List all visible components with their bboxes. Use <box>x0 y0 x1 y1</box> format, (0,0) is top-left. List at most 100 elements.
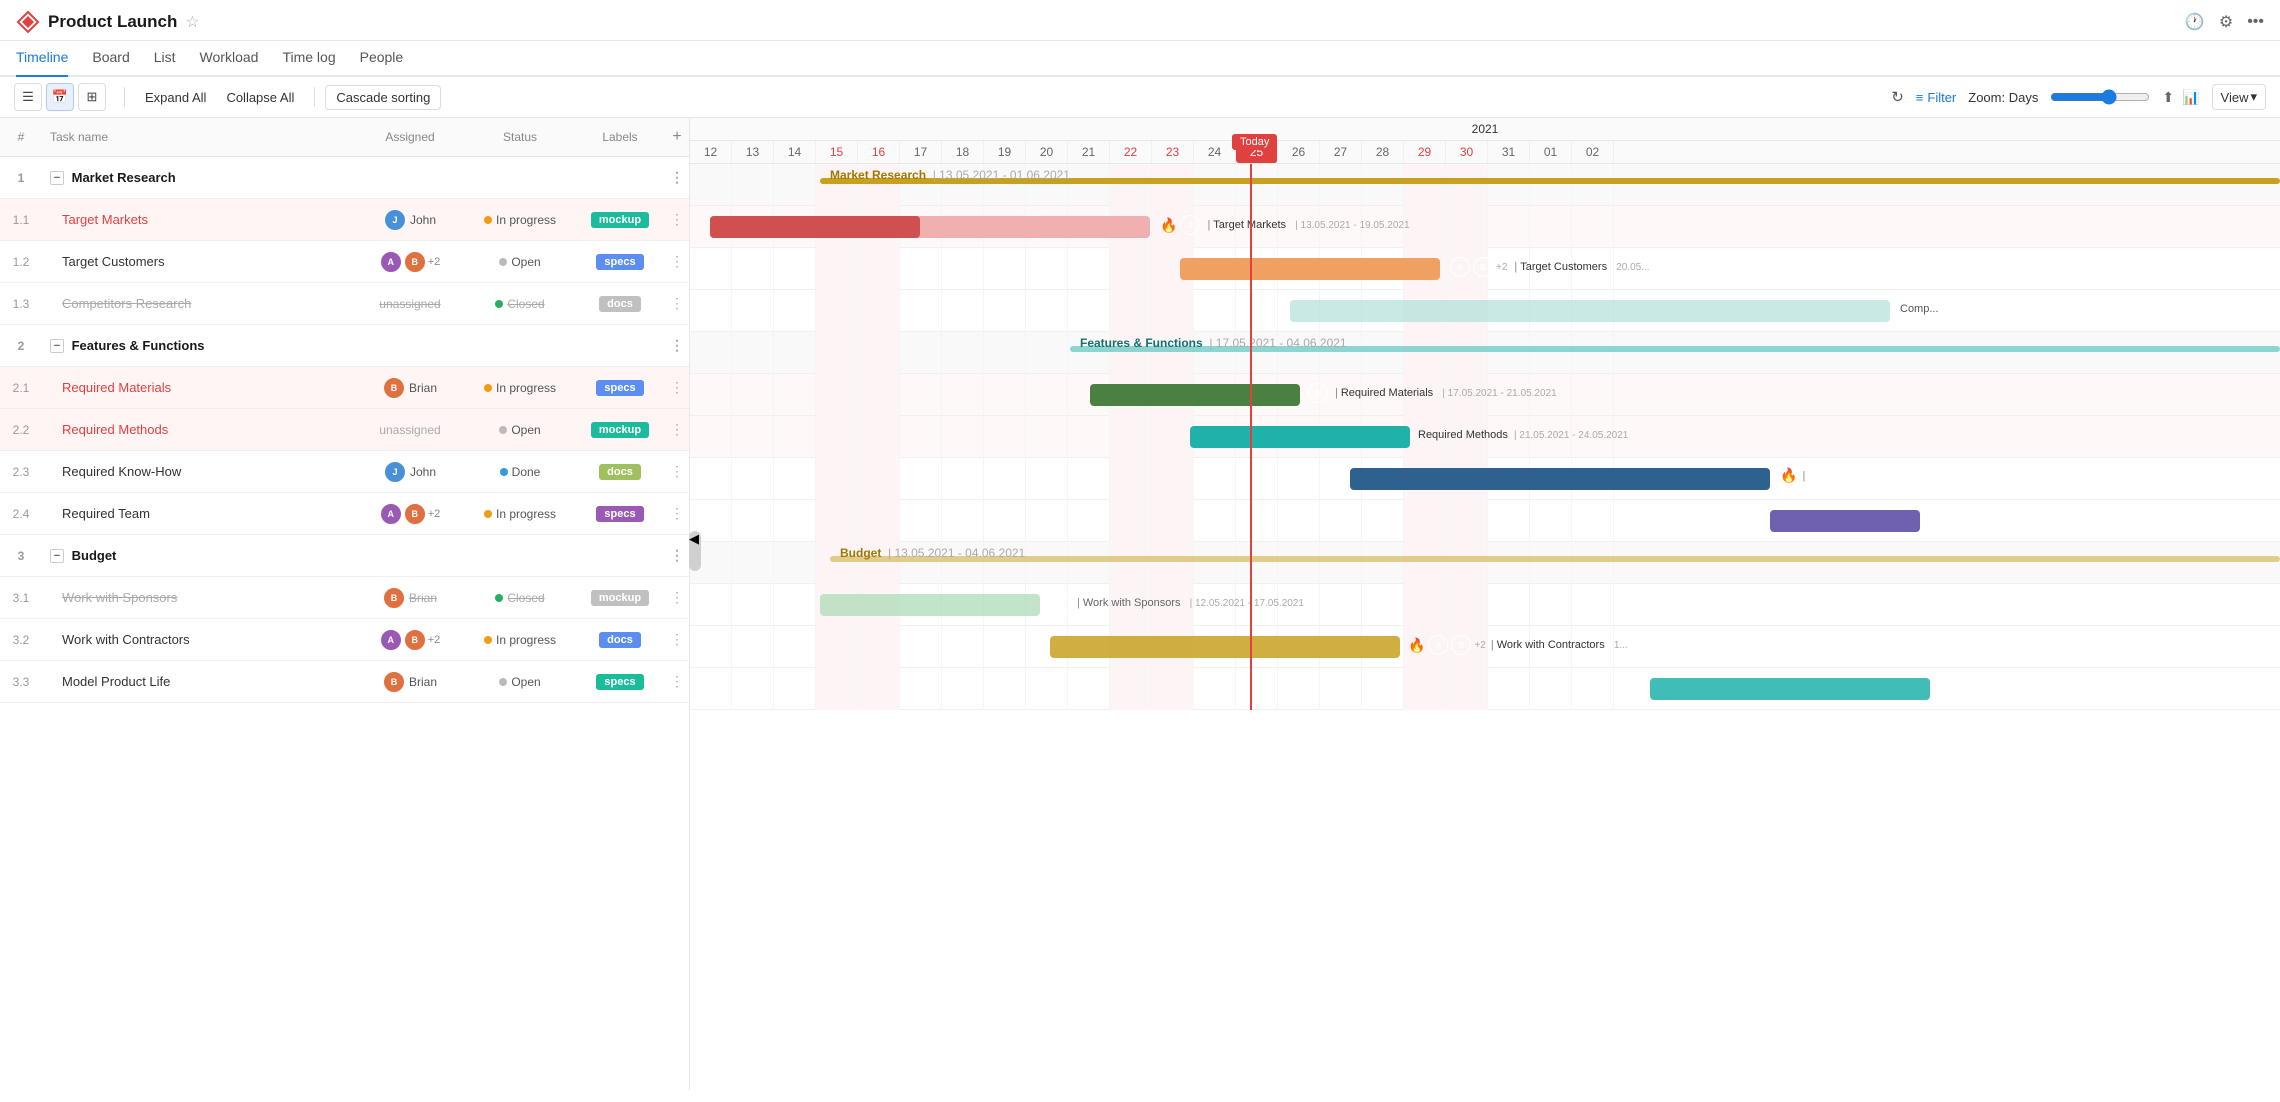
gantt-grid-cell <box>1110 458 1152 500</box>
tab-people[interactable]: People <box>360 41 404 77</box>
tab-list[interactable]: List <box>154 41 176 77</box>
row-label: specs <box>575 380 665 396</box>
row-menu[interactable]: ⋮ <box>665 295 689 312</box>
table-row: 2.1 Required Materials B Brian In progre… <box>0 367 689 409</box>
gantt-grid-cell <box>900 416 942 458</box>
more-icon[interactable]: ••• <box>2247 13 2264 31</box>
row-menu[interactable]: ⋮ <box>665 253 689 270</box>
row-menu[interactable]: ⋮ <box>665 421 689 438</box>
gantt-grid-cell <box>1026 332 1068 374</box>
history-icon[interactable]: 🕐 <box>2185 12 2205 32</box>
view-button[interactable]: View ▾ <box>2212 84 2266 110</box>
row-menu[interactable]: ⋮ <box>665 211 689 228</box>
gantt-grid-cell <box>774 374 816 416</box>
status-dot <box>499 258 507 266</box>
gantt-grid-cell <box>1446 500 1488 542</box>
refresh-icon[interactable]: ↻ <box>1891 88 1904 106</box>
gantt-grid-cell <box>1530 668 1572 710</box>
add-column-button[interactable]: + <box>665 124 689 150</box>
gantt-grid-cell <box>774 416 816 458</box>
row-menu[interactable]: ⋮ <box>665 631 689 648</box>
row-menu[interactable]: ⋮ <box>665 547 689 564</box>
row-menu[interactable]: ⋮ <box>665 379 689 396</box>
gantt-bar-label: Target Customers <box>1520 261 1613 273</box>
gantt-bar <box>1180 258 1440 280</box>
row-label: mockup <box>575 422 665 438</box>
table-row: 3.3 Model Product Life B Brian Open spec… <box>0 661 689 703</box>
expand-all-button[interactable]: Expand All <box>135 86 216 109</box>
view-icon-group: ☰ 📅 ⊞ <box>14 83 106 111</box>
row-number: 1.1 <box>0 213 42 227</box>
day-header-cell: 02 <box>1572 141 1614 163</box>
assigned-name: Brian <box>409 675 437 689</box>
collapse-icon[interactable]: − <box>50 171 64 185</box>
status-dot <box>499 678 507 686</box>
main-layout: # Task name Assigned Status Labels + 1 −… <box>0 118 2280 1090</box>
gantt-grid-cell <box>1572 584 1614 626</box>
gantt-grid-cell <box>1068 500 1110 542</box>
calendar-view-icon[interactable]: 📅 <box>46 83 74 111</box>
cascade-sorting-button[interactable]: Cascade sorting <box>325 85 441 110</box>
gantt-grid-cell <box>1572 332 1614 374</box>
gantt-row: 🔥 A B +2 | Work with Contractors 1... <box>690 626 2280 668</box>
label-badge: specs <box>596 674 643 690</box>
row-label: docs <box>575 632 665 648</box>
gantt-grid-cell <box>1152 416 1194 458</box>
chart-icon[interactable]: 📊 <box>2182 89 2199 106</box>
gantt-bar-markers: A B +2 | Target Customers 20.05... <box>1450 257 1650 277</box>
status-text: Closed <box>507 591 544 605</box>
row-assigned: J John <box>355 461 465 483</box>
list-view-icon[interactable]: ☰ <box>14 83 42 111</box>
row-menu[interactable]: ⋮ <box>665 673 689 690</box>
gantt-bar <box>1290 300 1890 322</box>
row-assigned: B Brian <box>355 587 465 609</box>
gantt-grid-cell <box>1362 332 1404 374</box>
collapse-icon[interactable]: − <box>50 339 64 353</box>
zoom-slider[interactable] <box>2050 89 2150 105</box>
gantt-grid-cell <box>732 332 774 374</box>
gantt-bar <box>1650 678 1930 700</box>
gantt-grid-cell <box>1194 164 1236 206</box>
table-row: 1.2 Target Customers A B +2 Open specs ⋮ <box>0 241 689 283</box>
grid-view-icon[interactable]: ⊞ <box>78 83 106 111</box>
settings-icon[interactable]: ⚙ <box>2219 12 2233 32</box>
gantt-grid-cell <box>1362 584 1404 626</box>
assigned-name: Brian <box>409 381 437 395</box>
gantt-grid-cell <box>1530 164 1572 206</box>
row-menu[interactable]: ⋮ <box>665 169 689 186</box>
gantt-bar <box>710 216 920 238</box>
row-menu[interactable]: ⋮ <box>665 463 689 480</box>
row-label: mockup <box>575 590 665 606</box>
gantt-grid-cell <box>1110 500 1152 542</box>
toolbar: ☰ 📅 ⊞ Expand All Collapse All Cascade so… <box>0 77 2280 118</box>
upload-icon[interactable]: ⬆ <box>2162 89 2174 106</box>
row-menu[interactable]: ⋮ <box>665 589 689 606</box>
gantt-grid-cell <box>1194 500 1236 542</box>
filter-button[interactable]: ≡ Filter <box>1916 90 1956 105</box>
collapse-icon[interactable]: − <box>50 549 64 563</box>
gantt-grid-cell <box>1110 542 1152 584</box>
avatar: B <box>404 629 426 651</box>
gantt-avatar: B <box>1050 593 1070 613</box>
gantt-grid-cell <box>774 584 816 626</box>
star-icon[interactable]: ☆ <box>185 12 199 32</box>
gantt-avatar: B <box>1308 383 1328 403</box>
tab-timelog[interactable]: Time log <box>282 41 335 77</box>
row-menu[interactable]: ⋮ <box>665 337 689 354</box>
gantt-grid-cell <box>1194 542 1236 584</box>
gantt-divider: | <box>1207 219 1210 231</box>
status-dot <box>484 384 492 392</box>
gantt-grid-cell <box>1488 206 1530 248</box>
scroll-handle[interactable]: ◀ <box>689 531 701 571</box>
row-menu[interactable]: ⋮ <box>665 505 689 522</box>
gantt-grid-cell <box>690 374 732 416</box>
gantt-grid-cell <box>732 374 774 416</box>
tab-board[interactable]: Board <box>92 41 129 77</box>
tab-workload[interactable]: Workload <box>200 41 259 77</box>
gantt-grid-cell <box>858 626 900 668</box>
collapse-all-button[interactable]: Collapse All <box>216 86 304 109</box>
tab-timeline[interactable]: Timeline <box>16 41 68 77</box>
label-badge: mockup <box>591 590 649 606</box>
gantt-grid-cell <box>858 374 900 416</box>
gantt-grid-cell <box>1488 332 1530 374</box>
